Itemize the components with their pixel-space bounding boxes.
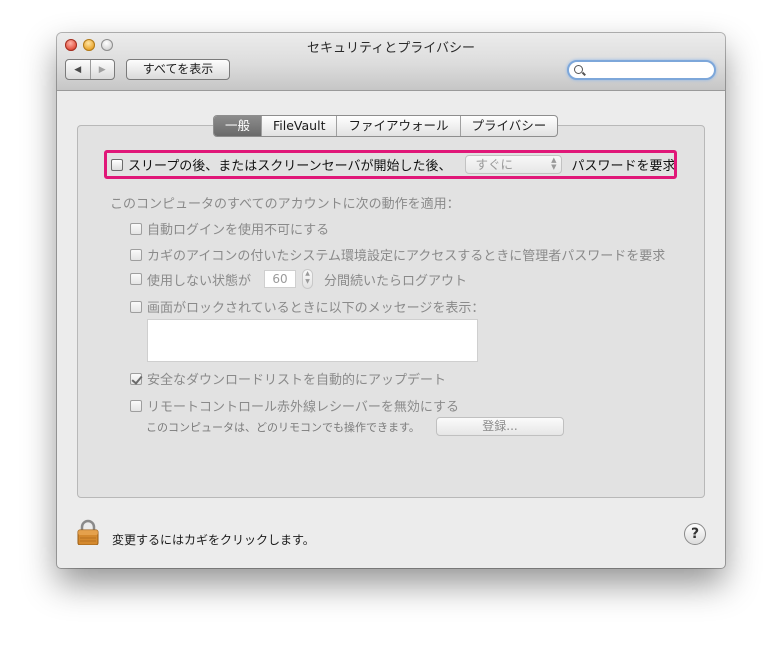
- back-button[interactable]: ◀: [66, 60, 90, 79]
- search-field[interactable]: [567, 60, 716, 80]
- title-bar: セキュリティとプライバシー ◀ ▶ すべてを表示: [57, 33, 725, 91]
- logout-after-prefix: 使用しない状態が: [147, 273, 252, 289]
- all-accounts-heading: このコンピュータのすべてのアカウントに次の動作を適用：: [110, 197, 460, 212]
- remote-note: このコンピュータは、どのリモコンでも操作できます。: [146, 421, 420, 434]
- logout-minutes-field[interactable]: 60: [264, 270, 297, 288]
- tab-firewall[interactable]: ファイアウォール: [336, 116, 459, 136]
- preferences-window: セキュリティとプライバシー ◀ ▶ すべてを表示 一般 FileVault ファ…: [57, 33, 725, 568]
- search-input[interactable]: [587, 62, 707, 77]
- require-admin-password-row: カギのアイコンの付いたシステム環境設定にアクセスするときに管理者パスワードを要求: [130, 245, 665, 264]
- search-icon: [574, 65, 583, 74]
- window-title: セキュリティとプライバシー: [307, 41, 475, 56]
- lock-label: 変更するにはカギをクリックします。: [112, 533, 315, 547]
- lock-icon[interactable]: [77, 519, 99, 545]
- show-message-label: 画面がロックされているときに以下のメッセージを表示：: [147, 301, 485, 316]
- disable-ir-row: リモートコントロール赤外線レシーバーを無効にする: [130, 396, 459, 415]
- disable-auto-login-row: 自動ログインを使用不可にする: [130, 219, 329, 238]
- safe-downloads-checkbox[interactable]: [130, 372, 142, 385]
- safe-downloads-label: 安全なダウンロードリストを自動的にアップデート: [147, 373, 447, 388]
- disable-ir-label: リモートコントロール赤外線レシーバーを無効にする: [147, 400, 460, 415]
- disable-auto-login-label: 自動ログインを使用不可にする: [147, 223, 330, 238]
- tab-general[interactable]: 一般: [214, 116, 262, 136]
- forward-button[interactable]: ▶: [89, 60, 115, 79]
- tab-bar: 一般 FileVault ファイアウォール プライバシー: [213, 115, 559, 137]
- show-message-checkbox[interactable]: [130, 300, 142, 313]
- show-message-row: 画面がロックされているときに以下のメッセージを表示：: [130, 297, 484, 316]
- lock-message-textarea[interactable]: [147, 319, 478, 362]
- tab-filevault[interactable]: FileVault: [261, 116, 336, 136]
- require-admin-password-label: カギのアイコンの付いたシステム環境設定にアクセスするときに管理者パスワードを要求: [147, 249, 666, 264]
- disable-auto-login-checkbox[interactable]: [130, 222, 142, 235]
- logout-after-suffix: 分間続いたらログアウト: [324, 273, 468, 289]
- logout-after-checkbox[interactable]: [130, 273, 142, 285]
- help-button[interactable]: ?: [684, 523, 706, 545]
- disable-ir-checkbox[interactable]: [130, 399, 142, 412]
- logout-after-row: 使用しない状態が 60 ▲ ▼ 分間続いたらログアウト: [130, 269, 467, 289]
- logout-minutes-stepper[interactable]: ▲ ▼: [302, 269, 314, 289]
- back-forward-control: ◀ ▶: [65, 59, 115, 80]
- highlight-annotation: [104, 150, 677, 179]
- tab-privacy[interactable]: プライバシー: [459, 116, 558, 136]
- require-admin-password-checkbox[interactable]: [130, 248, 142, 261]
- show-all-button[interactable]: すべてを表示: [126, 59, 230, 80]
- register-button[interactable]: 登録...: [436, 417, 564, 436]
- safe-downloads-row: 安全なダウンロードリストを自動的にアップデート: [130, 369, 446, 388]
